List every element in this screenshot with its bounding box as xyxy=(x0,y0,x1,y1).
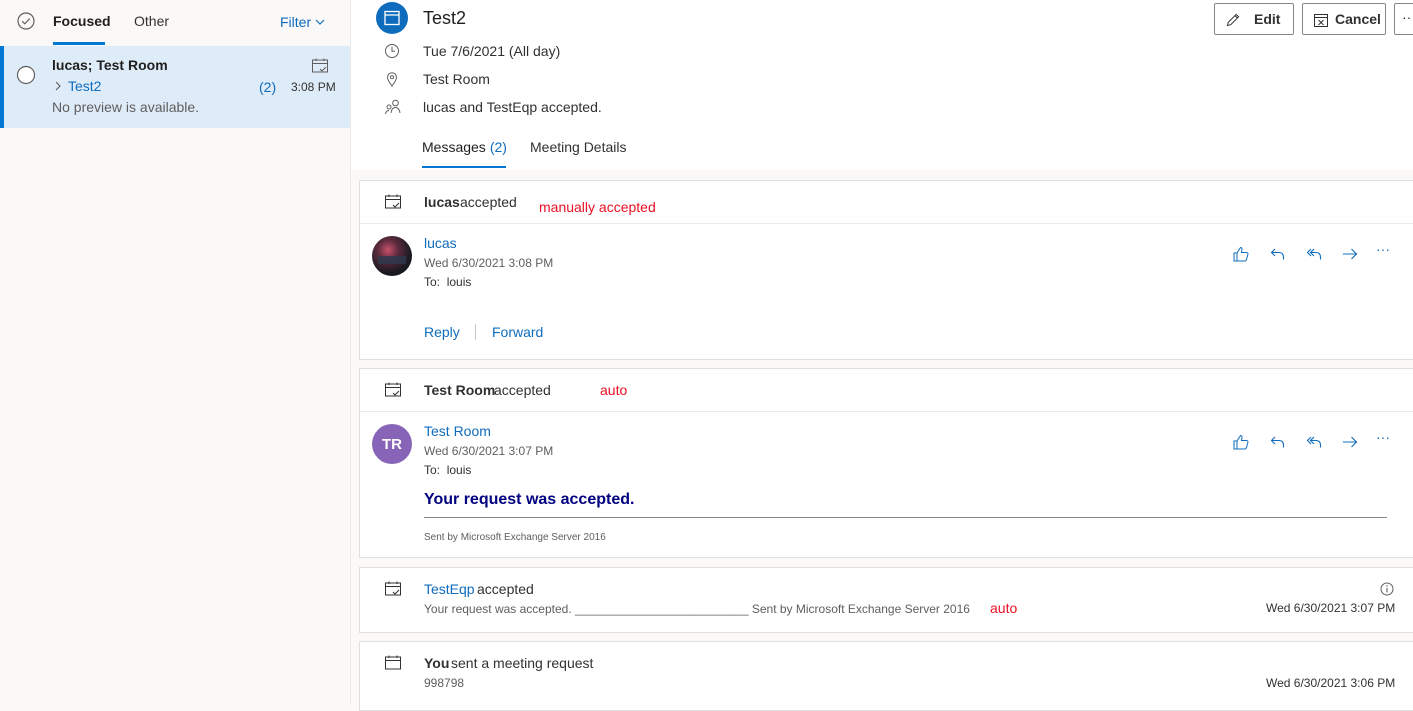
message-date: Wed 6/30/2021 3:06 PM xyxy=(1266,676,1396,690)
body-rule xyxy=(424,517,1387,518)
people-icon xyxy=(384,98,402,116)
message-preview: Your request was accepted. _____________… xyxy=(424,602,970,616)
event-header: Test2 Tue 7/6/2021 (All day) Test Room l… xyxy=(351,0,1413,170)
annotation-text: manually accepted xyxy=(539,199,656,215)
reply-icon[interactable] xyxy=(1269,245,1287,263)
reading-pane: Test2 Tue 7/6/2021 (All day) Test Room l… xyxy=(351,0,1413,711)
reply-all-icon[interactable] xyxy=(1305,245,1323,263)
reply-button[interactable]: Reply xyxy=(424,324,460,340)
reply-icon[interactable] xyxy=(1269,433,1287,451)
to-value: louis xyxy=(446,463,472,477)
message-date: Wed 6/30/2021 3:07 PM xyxy=(1266,601,1396,615)
more-icon[interactable]: ··· xyxy=(1376,241,1390,257)
pencil-icon xyxy=(1225,12,1241,28)
forward-icon[interactable] xyxy=(1341,433,1359,451)
calendar-cancel-icon xyxy=(1313,12,1329,28)
info-icon[interactable] xyxy=(1380,582,1394,596)
tab-focused[interactable]: Focused xyxy=(53,13,111,29)
clock-icon xyxy=(384,43,400,59)
tab-other[interactable]: Other xyxy=(134,13,169,29)
message-card-testeqp[interactable]: TestEqp accepted Your request was accept… xyxy=(359,567,1413,633)
divider xyxy=(475,324,476,340)
reply-all-icon[interactable] xyxy=(1305,433,1323,451)
forward-icon[interactable] xyxy=(1341,245,1359,263)
edit-label: Edit xyxy=(1254,11,1281,27)
message-body-footer: Sent by Microsoft Exchange Server 2016 xyxy=(424,532,606,543)
message-date: Wed 6/30/2021 3:08 PM xyxy=(424,256,554,270)
cancel-label: Cancel xyxy=(1335,11,1381,27)
calendar-icon xyxy=(384,654,402,672)
sender-name-link[interactable]: TestEqp xyxy=(424,581,475,597)
card-header[interactable]: Test Room accepted auto xyxy=(360,369,1413,412)
card-status: sent a meeting request xyxy=(451,655,594,671)
forward-button[interactable]: Forward xyxy=(492,324,543,340)
like-icon[interactable] xyxy=(1232,245,1250,263)
calendar-check-icon xyxy=(311,57,329,75)
chevron-down-icon xyxy=(315,17,325,27)
card-sender: lucas xyxy=(424,194,460,210)
recipients: To: louis xyxy=(424,275,471,289)
chevron-right-icon[interactable] xyxy=(54,80,62,92)
sender-name-link[interactable]: lucas xyxy=(424,235,457,251)
message-card-test-room[interactable]: Test Room accepted auto TR Test Room Wed… xyxy=(359,368,1413,558)
selected-indicator xyxy=(0,46,4,128)
list-item-subject: Test2 xyxy=(68,78,102,94)
message-card-you[interactable]: You sent a meeting request 998798 Wed 6/… xyxy=(359,641,1413,711)
event-title: Test2 xyxy=(423,8,467,28)
to-label: To: xyxy=(424,463,441,477)
card-sender: You xyxy=(424,655,450,671)
calendar-check-icon xyxy=(384,193,402,211)
to-value: louis xyxy=(446,275,472,289)
annotation-text: auto xyxy=(990,600,1018,616)
tab-meeting-details[interactable]: Meeting Details xyxy=(530,139,627,155)
sender-name-link[interactable]: Test Room xyxy=(424,423,491,439)
more-options-button[interactable]: ··· xyxy=(1394,3,1413,35)
edit-button[interactable]: Edit xyxy=(1214,3,1294,35)
avatar[interactable]: TR xyxy=(372,424,412,464)
calendar-check-icon xyxy=(384,580,402,598)
tab-messages-underline xyxy=(422,166,506,168)
message-preview: 998798 xyxy=(424,676,465,690)
more-icon[interactable]: ··· xyxy=(1376,429,1390,445)
event-attendees: lucas and TestEqp accepted. xyxy=(423,99,602,115)
tab-messages-count: (2) xyxy=(489,139,507,155)
message-body-heading: Your request was accepted. xyxy=(424,491,635,508)
filter-label: Filter xyxy=(280,14,312,30)
cancel-event-button[interactable]: Cancel xyxy=(1302,3,1386,35)
list-item-preview: No preview is available. xyxy=(52,99,200,115)
avatar[interactable] xyxy=(372,236,412,276)
location-icon xyxy=(384,71,400,87)
annotation-text: auto xyxy=(600,382,628,398)
filter-button[interactable]: Filter xyxy=(280,14,325,30)
card-status: accepted xyxy=(477,581,534,597)
card-header[interactable]: lucas accepted manually accepted xyxy=(360,181,1413,224)
list-item[interactable]: lucas; Test Room Test2 (2) 3:08 PM No pr… xyxy=(0,46,350,128)
message-card-lucas[interactable]: lucas accepted manually accepted lucas W… xyxy=(359,180,1413,360)
like-icon[interactable] xyxy=(1232,433,1250,451)
card-status: accepted xyxy=(460,194,517,210)
message-list-pane: Focused Other Filter lucas; Test Room Te… xyxy=(0,0,351,704)
calendar-check-icon xyxy=(384,381,402,399)
event-location: Test Room xyxy=(423,71,490,87)
list-item-count: (2) xyxy=(259,79,277,95)
to-label: To: xyxy=(424,275,441,289)
calendar-icon xyxy=(376,2,408,34)
tab-messages-label: Messages xyxy=(422,139,486,155)
tab-messages[interactable]: Messages (2) xyxy=(422,139,507,155)
recipients: To: louis xyxy=(424,463,471,477)
event-date: Tue 7/6/2021 (All day) xyxy=(423,43,561,59)
list-item-senders: lucas; Test Room xyxy=(52,57,168,73)
card-status: accepted xyxy=(494,382,551,398)
more-icon: ··· xyxy=(1402,9,1413,25)
check-circle-icon[interactable] xyxy=(16,11,36,31)
avatar-detail xyxy=(378,256,406,264)
list-item-time: 3:08 PM xyxy=(291,80,336,94)
card-sender: Test Room xyxy=(424,382,496,398)
tab-focused-underline xyxy=(53,42,105,45)
message-date: Wed 6/30/2021 3:07 PM xyxy=(424,444,554,458)
radio-circle-icon[interactable] xyxy=(16,65,36,85)
